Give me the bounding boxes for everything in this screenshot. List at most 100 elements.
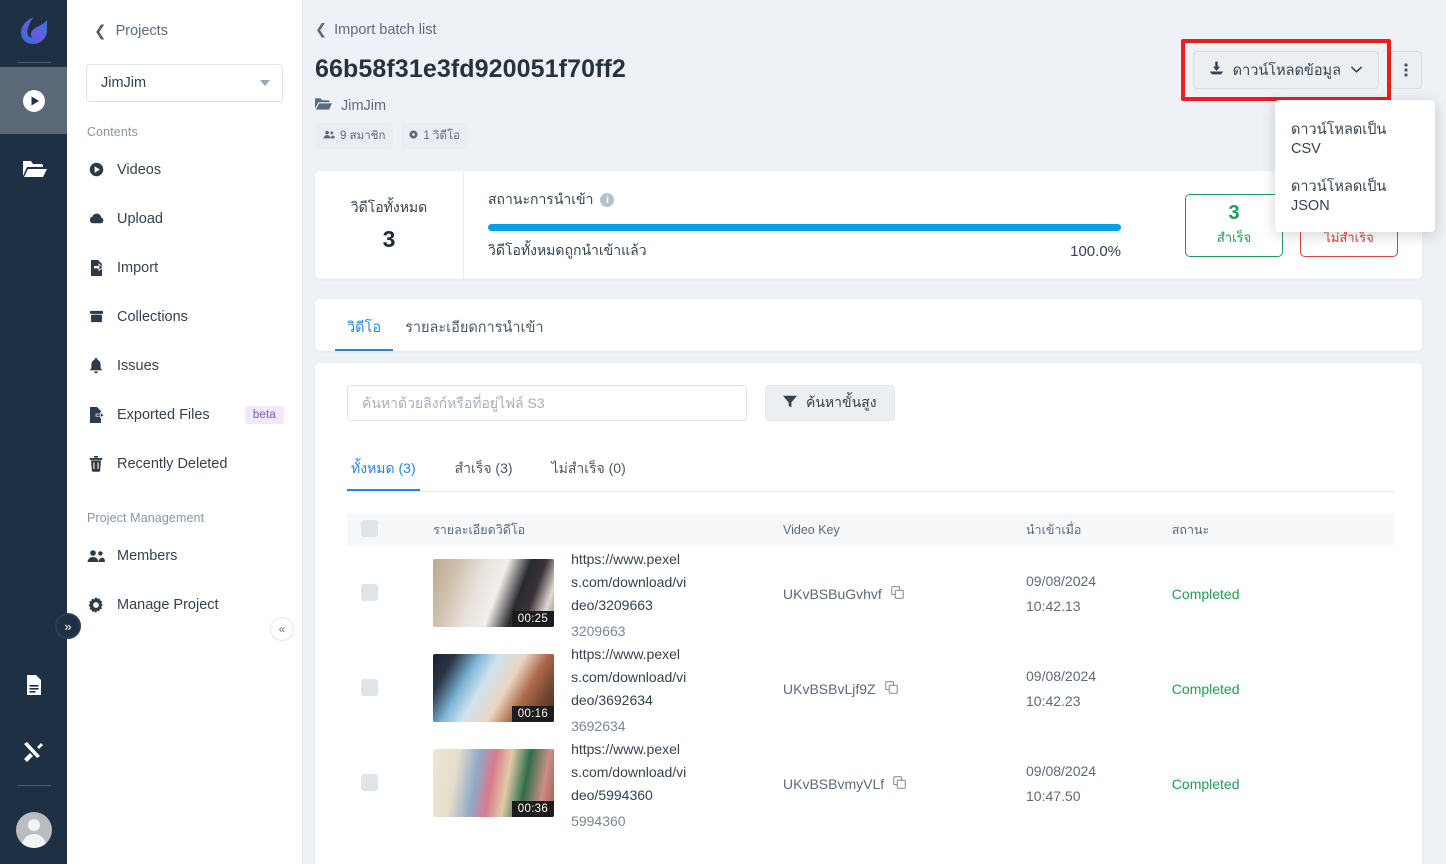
breadcrumb-label: Import batch list — [334, 22, 437, 38]
sidebar-group-management: Project Management — [87, 511, 205, 525]
advanced-search-button[interactable]: ค้นหาขั้นสูง — [765, 385, 895, 421]
videos-rail-icon[interactable] — [0, 67, 67, 134]
video-list-card: ค้นหาขั้นสูง ทั้งหมด (3) สำเร็จ (3) ไม่ส… — [315, 363, 1422, 864]
table-row[interactable]: 00:25 https://www.pexels.com/download/vi… — [347, 546, 1394, 641]
status-cell: Completed — [1172, 641, 1394, 736]
table-row[interactable]: 00:36 https://www.pexels.com/download/vi… — [347, 736, 1394, 831]
members-chip: 9 สมาชิก — [315, 123, 394, 149]
sidebar-item-collections[interactable]: Collections — [67, 292, 302, 341]
copy-icon[interactable] — [884, 680, 898, 697]
progress-caption: วิดีโอทั้งหมดถูกนำเข้าแล้ว — [488, 242, 647, 258]
chevron-left-icon: ❮ — [94, 23, 107, 40]
tools-rail-icon[interactable] — [0, 718, 67, 785]
collapse-sidebar-button[interactable]: « — [270, 617, 294, 641]
sidebar-item-recently-deleted[interactable]: Recently Deleted — [67, 439, 302, 488]
video-duration: 00:16 — [511, 706, 555, 723]
imported-at-cell: 09/08/2024 10:42.23 — [1026, 641, 1172, 736]
filter-tab-success[interactable]: สำเร็จ (3) — [451, 458, 517, 491]
sidebar-item-import[interactable]: Import — [67, 243, 302, 292]
column-video-key: Video Key — [783, 522, 840, 537]
video-url: https://www.pexels.com/download/video/59… — [571, 741, 687, 803]
total-videos-label: วิดีโอทั้งหมด — [350, 199, 428, 215]
select-all-checkbox[interactable] — [361, 519, 378, 537]
sidebar-item-label: Import — [117, 259, 159, 276]
info-icon[interactable]: i — [600, 193, 615, 207]
sidebar-item-issues[interactable]: Issues — [67, 341, 302, 390]
sidebar-item-members[interactable]: Members — [67, 531, 302, 580]
row-checkbox[interactable] — [361, 773, 378, 791]
projects-rail-icon[interactable] — [0, 134, 67, 201]
app-logo[interactable] — [0, 0, 67, 62]
gear-icon — [87, 596, 105, 613]
video-key-value: UKvBSBuGvhvf — [783, 585, 882, 602]
project-folder: JimJim — [315, 97, 1422, 114]
import-stats-card: วิดีโอทั้งหมด 3 สถานะการนำเข้า i วิดีโอท… — [315, 171, 1422, 279]
beta-badge: beta — [244, 405, 284, 424]
breadcrumb[interactable]: ❮ Import batch list — [303, 0, 1446, 38]
status-badge: Completed — [1171, 585, 1240, 602]
video-url: https://www.pexels.com/download/video/32… — [571, 551, 687, 613]
trash-icon — [87, 455, 105, 472]
video-url: https://www.pexels.com/download/video/36… — [571, 646, 687, 708]
video-dot-icon — [409, 130, 418, 142]
video-detail-content: 00:16 https://www.pexels.com/download/vi… — [433, 643, 783, 734]
download-json-item[interactable]: ดาวน์โหลดเป็น JSON — [1275, 166, 1435, 223]
sidebar-item-upload[interactable]: Upload — [67, 194, 302, 243]
project-selector[interactable]: JimJim — [86, 64, 283, 102]
table-row[interactable]: 00:16 https://www.pexels.com/download/vi… — [347, 641, 1394, 736]
imported-time: 10:47.50 — [1026, 787, 1081, 804]
sidebar-item-label: Manage Project — [117, 596, 219, 613]
video-key-cell: UKvBSBuGvhvf — [783, 546, 1026, 641]
video-id: 3209663 — [571, 622, 626, 639]
back-to-projects[interactable]: ❮ Projects — [67, 0, 302, 40]
download-csv-item[interactable]: ดาวน์โหลดเป็น CSV — [1275, 109, 1435, 166]
row-checkbox[interactable] — [361, 678, 378, 696]
advanced-search-label: ค้นหาขั้นสูง — [806, 394, 877, 410]
video-detail-content: 00:25 https://www.pexels.com/download/vi… — [433, 548, 783, 639]
video-thumbnail[interactable]: 00:25 — [433, 559, 555, 628]
file-import-icon — [87, 259, 105, 276]
documents-rail-icon[interactable] — [0, 651, 67, 718]
row-checkbox[interactable] — [361, 583, 378, 601]
avatar[interactable] — [15, 812, 52, 848]
content-tabs: วิดีโอ รายละเอียดการนำเข้า — [315, 299, 1422, 351]
search-input[interactable] — [347, 385, 747, 421]
copy-icon[interactable] — [893, 775, 906, 792]
video-detail-cell: 00:36 https://www.pexels.com/download/vi… — [433, 736, 783, 831]
filter-tab-all[interactable]: ทั้งหมด (3) — [347, 458, 420, 491]
sidebar-item-label: Collections — [117, 308, 188, 325]
folder-icon — [315, 97, 332, 114]
archive-icon — [87, 309, 105, 324]
filter-tab-failed[interactable]: ไม่สำเร็จ (0) — [548, 458, 630, 491]
select-all-header — [347, 513, 433, 546]
download-dropdown-menu: ดาวน์โหลดเป็น CSV ดาวน์โหลดเป็น JSON — [1275, 100, 1435, 232]
download-button-label: ดาวน์โหลดข้อมูล — [1232, 62, 1341, 79]
chevron-down-icon — [1350, 62, 1363, 78]
sidebar-item-manage-project[interactable]: Manage Project — [67, 580, 302, 629]
tab-import-details[interactable]: รายละเอียดการนำเข้า — [393, 316, 555, 351]
sidebar-item-exported-files[interactable]: Exported Files beta — [67, 390, 302, 439]
back-label: Projects — [115, 23, 168, 39]
members-chip-label: 9 สมาชิก — [340, 130, 386, 142]
video-key-cell: UKvBSBvmyVLf — [783, 736, 1026, 831]
sidebar-item-label: Videos — [117, 161, 162, 178]
imported-date: 09/08/2024 — [1026, 763, 1097, 779]
column-video-detail: รายละเอียดวิดีโอ — [433, 522, 526, 537]
progress-bar-fill — [488, 224, 1121, 231]
main-content: ❮ Import batch list 66b58f31e3fd920051f7… — [303, 0, 1446, 864]
expand-rail-button[interactable]: » — [55, 613, 81, 639]
tab-videos[interactable]: วิดีโอ — [335, 316, 394, 351]
video-thumbnail[interactable]: 00:16 — [433, 654, 555, 723]
status-badge: Completed — [1171, 775, 1240, 792]
copy-icon[interactable] — [891, 585, 904, 602]
sidebar-item-videos[interactable]: Videos — [67, 145, 302, 194]
project-sidebar: ❮ Projects JimJim Contents Videos Upload… — [55, 0, 303, 864]
import-progress: สถานะการนำเข้า i วิดีโอทั้งหมดถูกนำเข้าแ… — [464, 171, 1167, 279]
more-options-button[interactable] — [1390, 51, 1422, 89]
file-export-icon — [87, 406, 105, 423]
status-cell: Completed — [1172, 546, 1394, 641]
video-thumbnail[interactable]: 00:36 — [433, 749, 555, 818]
download-data-button[interactable]: ดาวน์โหลดข้อมูล — [1192, 51, 1379, 89]
download-button-wrapper: ดาวน์โหลดข้อมูล — [1180, 39, 1391, 101]
project-chips: 9 สมาชิก 1 วิดีโอ — [315, 123, 1422, 149]
